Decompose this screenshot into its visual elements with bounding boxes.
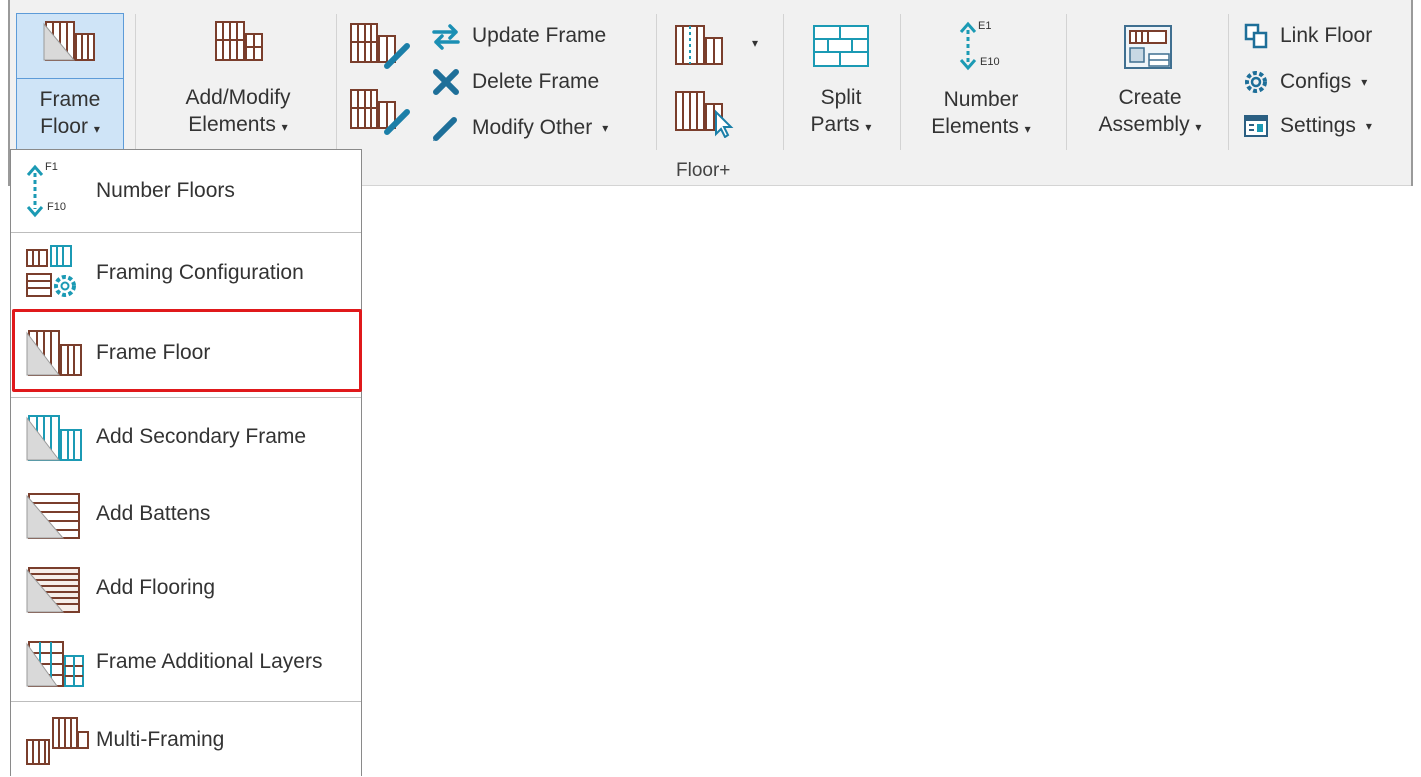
dropdown-arrow-icon: ▾ xyxy=(281,120,288,134)
modify-other-button[interactable]: Modify Other ▾ xyxy=(430,114,608,142)
update-frame-button[interactable]: Update Frame xyxy=(430,22,606,50)
divide-floor-icon[interactable] xyxy=(672,22,736,68)
update-frame-large-icon[interactable] xyxy=(347,20,413,70)
icon-text-top: E1 xyxy=(978,20,992,32)
split-divider xyxy=(17,78,123,79)
settings-label: Settings xyxy=(1280,114,1356,137)
secondary-frame-icon xyxy=(23,412,89,464)
modify-frame-large-icon[interactable] xyxy=(347,86,413,136)
create-assembly-label-1: Create xyxy=(1118,86,1182,109)
update-frame-label: Update Frame xyxy=(472,24,607,47)
add-modify-label-1: Add/Modify xyxy=(185,86,291,109)
delete-frame-label: Delete Frame xyxy=(472,70,600,93)
separator xyxy=(1066,14,1067,150)
dropdown-arrow-icon: ▾ xyxy=(1195,120,1202,134)
update-arrows-icon xyxy=(430,22,462,50)
menu-item-add-flooring[interactable]: Add Flooring xyxy=(11,552,361,626)
ribbon-edge xyxy=(1411,0,1413,186)
menu-item-label: Number Floors xyxy=(96,179,235,202)
menu-item-multi-framing[interactable]: Multi-Framing xyxy=(11,702,361,777)
menu-item-framing-configuration[interactable]: Framing Configuration xyxy=(11,233,361,313)
settings-icon xyxy=(1242,112,1270,140)
number-elements-button[interactable]: E1 E10 Number Elements ▾ xyxy=(914,20,1048,143)
menu-item-label: Frame Additional Layers xyxy=(96,650,323,673)
delete-frame-button[interactable]: Delete Frame xyxy=(430,68,599,96)
dropdown-arrow-icon: ▾ xyxy=(1361,75,1368,89)
frame-floor-label-1: Frame xyxy=(39,88,101,111)
number-elements-label-2: Elements ▾ xyxy=(931,115,1031,138)
configs-label: Configs xyxy=(1280,70,1352,93)
add-modify-elements-button[interactable]: Add/Modify Elements ▾ xyxy=(150,18,326,141)
add-modify-elements-icon xyxy=(210,18,266,64)
dropdown-arrow-icon[interactable]: ▾ xyxy=(752,36,758,50)
framing-configuration-icon xyxy=(23,244,89,302)
frame-floor-dropdown-menu: F1 F10 Number Floors Framing Configurati… xyxy=(10,149,362,776)
frame-floor-button[interactable] xyxy=(16,18,124,64)
additional-layers-icon xyxy=(23,638,89,690)
select-frame-icon[interactable] xyxy=(672,88,736,138)
menu-item-add-battens[interactable]: Add Battens xyxy=(11,478,361,552)
multi-framing-icon xyxy=(23,714,93,768)
create-assembly-label-2: Assembly ▾ xyxy=(1098,113,1202,136)
split-parts-button[interactable]: Split Parts ▾ xyxy=(796,22,886,141)
separator xyxy=(656,14,657,150)
menu-item-label: Framing Configuration xyxy=(96,261,304,284)
menu-item-label: Add Secondary Frame xyxy=(96,425,307,448)
menu-item-add-secondary-frame[interactable]: Add Secondary Frame xyxy=(11,398,361,478)
settings-button[interactable]: Settings ▾ xyxy=(1242,112,1372,140)
menu-item-frame-additional-layers[interactable]: Frame Additional Layers xyxy=(11,626,361,700)
dropdown-arrow-icon: ▾ xyxy=(93,122,100,136)
battens-icon xyxy=(23,490,89,542)
menu-item-label: Multi-Framing xyxy=(96,728,225,751)
separator xyxy=(900,14,901,150)
modify-other-label: Modify Other xyxy=(472,116,593,139)
menu-item-label: Add Flooring xyxy=(96,576,216,599)
separator xyxy=(135,14,136,150)
delete-x-icon xyxy=(430,68,462,96)
dropdown-arrow-icon: ▾ xyxy=(1365,119,1372,133)
gear-icon xyxy=(1242,68,1270,96)
create-assembly-button[interactable]: Create Assembly ▾ xyxy=(1080,22,1220,141)
icon-text-bottom: F10 xyxy=(47,201,66,213)
create-assembly-icon xyxy=(1119,22,1181,72)
frame-floor-label-2: Floor ▾ xyxy=(40,115,100,138)
frame-floor-icon xyxy=(40,18,100,64)
dropdown-arrow-icon: ▾ xyxy=(1024,122,1031,136)
dropdown-arrow-icon: ▾ xyxy=(602,121,609,135)
icon-text-top: F1 xyxy=(45,161,58,173)
number-elements-label-1: Number xyxy=(943,88,1019,111)
menu-item-label: Add Battens xyxy=(96,502,211,525)
icon-text-bottom: E10 xyxy=(980,56,1000,68)
link-floor-label: Link Floor xyxy=(1280,24,1373,47)
number-floors-icon: F1 F10 xyxy=(23,161,83,219)
number-elements-icon: E1 E10 xyxy=(946,20,1016,72)
separator xyxy=(783,14,784,150)
separator xyxy=(336,14,337,150)
menu-item-number-floors[interactable]: F1 F10 Number Floors xyxy=(11,150,361,232)
split-parts-label-1: Split xyxy=(820,86,862,109)
link-icon xyxy=(1242,22,1270,50)
highlight-frame-floor xyxy=(12,309,362,392)
flooring-icon xyxy=(23,564,89,616)
dropdown-arrow-icon: ▾ xyxy=(865,120,872,134)
group-label-floor-plus: Floor+ xyxy=(676,160,731,181)
add-modify-label-2: Elements ▾ xyxy=(188,113,288,136)
separator xyxy=(1228,14,1229,150)
configs-button[interactable]: Configs ▾ xyxy=(1242,68,1367,96)
pencil-icon xyxy=(430,114,462,142)
frame-floor-dropdown[interactable]: Frame Floor ▾ xyxy=(16,86,124,143)
link-floor-button[interactable]: Link Floor xyxy=(1242,22,1372,50)
split-parts-icon xyxy=(810,22,872,70)
split-parts-label-2: Parts ▾ xyxy=(810,113,872,136)
